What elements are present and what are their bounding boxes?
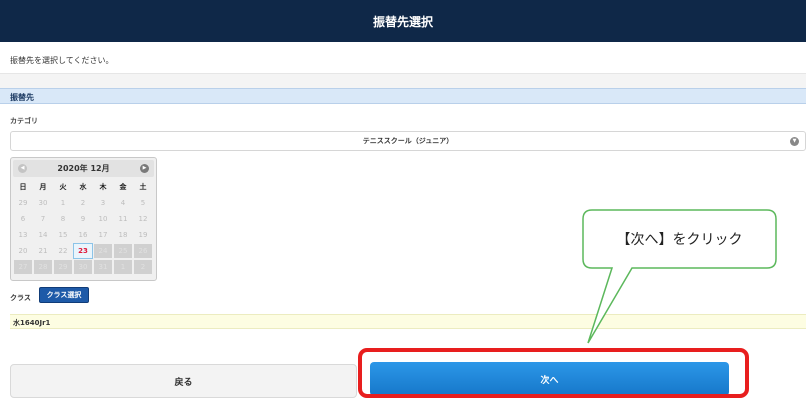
callout-text: 【次へ】をクリック <box>616 232 743 248</box>
callout-bubble <box>582 209 777 344</box>
